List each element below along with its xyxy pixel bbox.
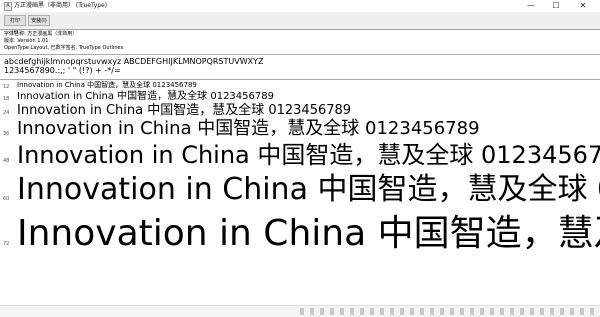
size-label: 60 [3,196,10,202]
preview-line-48: Innovation in China 中国智造，慧及全球 0123456789 [17,141,600,169]
preview-line-60: Innovation in China 中国智造，慧及全球 0123456789 [17,172,600,207]
preview-line-24: Innovation in China 中国智造，慧及全球 0123456789 [17,103,352,118]
taskbar [0,305,600,317]
preview-line-36: Innovation in China 中国智造，慧及全球 0123456789 [17,118,480,139]
taskbar-icons [300,308,600,315]
minimize-button[interactable]: — [520,0,542,12]
window-title: 方正漫画黑（非商用） (TrueType) [14,2,108,9]
alphabet-sample: abcdefghijklmnopqrstuvwxyz ABCDEFGHIJKLM… [4,57,264,66]
preview-line-18: Innovation in China 中国智造，慧及全球 0123456789 [17,91,274,102]
font-file-icon: A [4,2,12,11]
maximize-button[interactable]: ☐ [545,0,567,12]
version-label: 版本: Version 1.01 [4,38,49,44]
preview-line-12: Innovation in China 中国智造，慧及全球 0123456789 [17,81,197,89]
size-label: 36 [3,131,10,137]
title-bar: A 方正漫画黑（非商用） (TrueType) — ☐ ✕ [0,0,600,12]
digits-sample: 1234567890.:,; ' " (!?) + -*/= [4,66,121,75]
size-label: 72 [3,241,10,247]
features-label: OpenType Layout, 已数字签名, TrueType Outline… [4,45,124,51]
size-label: 12 [3,84,10,90]
size-label: 18 [3,96,10,102]
size-label: 48 [3,158,10,164]
divider [0,29,600,30]
divider [0,54,600,55]
install-button[interactable]: 安装(I) [28,15,50,26]
divider [0,79,600,80]
close-button[interactable]: ✕ [572,0,594,12]
print-button[interactable]: 打印(P) [4,15,26,35]
preview-line-72: Innovation in China 中国智造，慧及全球 0123456789 [17,213,600,254]
size-label: 24 [3,110,10,116]
toolbar: 打印(P) 安装(I) [0,12,600,35]
font-name-label: 字体名称: 方正漫画黑（非商用） [4,31,78,37]
